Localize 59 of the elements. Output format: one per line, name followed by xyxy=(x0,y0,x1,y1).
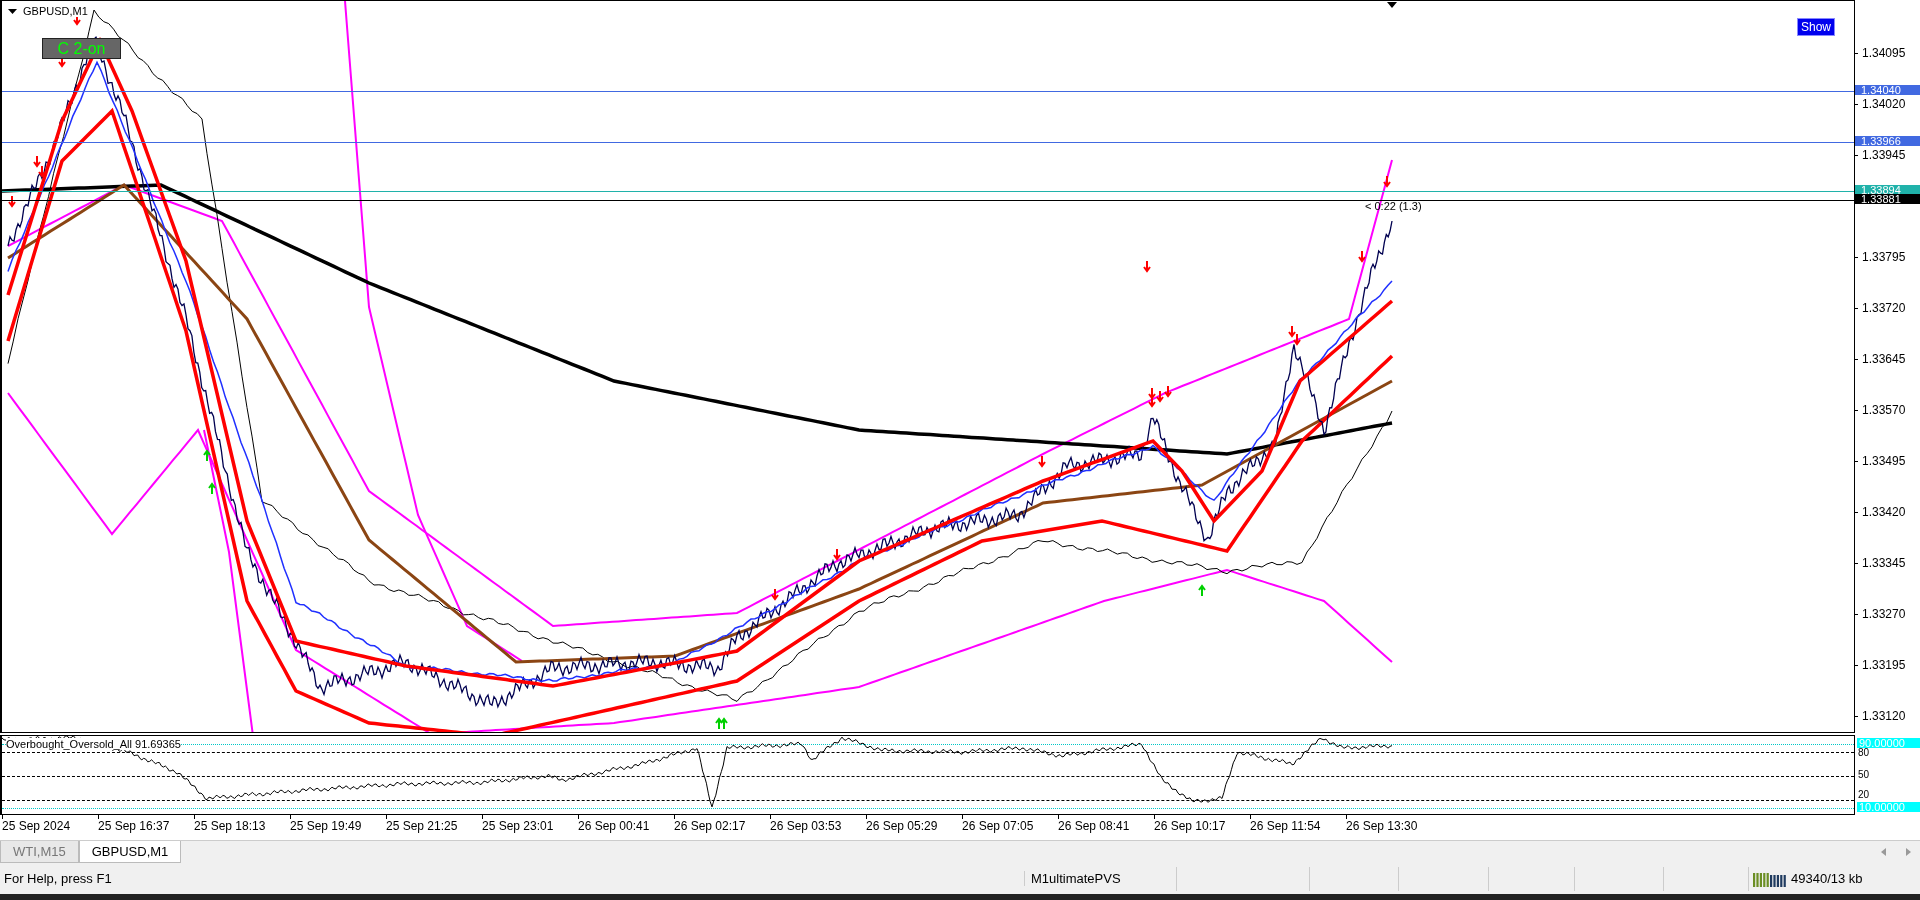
price-tag: 1.33881 xyxy=(1855,193,1920,204)
level-tag: 90.00000 xyxy=(1857,738,1920,748)
price-label: 1.33420 xyxy=(1862,505,1906,519)
up-arrow-icon xyxy=(1198,584,1206,597)
price-label: 1.33195 xyxy=(1862,658,1906,672)
time-label: 25 Sep 21:25 xyxy=(386,819,459,833)
level-label: 50 xyxy=(1858,770,1870,780)
price-label: 1.34095 xyxy=(1862,46,1906,60)
price-tag: 1.33966 xyxy=(1855,135,1920,146)
price-label: 1.33795 xyxy=(1862,250,1906,264)
down-arrow-icon xyxy=(771,588,779,601)
level-label: 20 xyxy=(1858,790,1870,800)
time-label: 25 Sep 19:49 xyxy=(290,819,363,833)
price-label: 1.33345 xyxy=(1862,556,1906,570)
down-arrow-icon xyxy=(1358,250,1366,263)
time-label: 26 Sep 02:17 xyxy=(674,819,747,833)
chart-shift-icon[interactable] xyxy=(1387,2,1397,8)
price-label: 1.33570 xyxy=(1862,403,1906,417)
show-button[interactable]: Show xyxy=(1797,18,1836,36)
help-text: For Help, press F1 xyxy=(3,871,113,886)
time-label: 26 Sep 10:17 xyxy=(1154,819,1227,833)
profile-name: M1ultimatePVS xyxy=(1024,871,1176,886)
down-arrow-icon xyxy=(1038,455,1046,468)
indicator-title: Overbought_Oversold_All 91.69365 xyxy=(6,738,181,750)
down-arrow-icon xyxy=(1143,260,1151,273)
chart-tab[interactable]: WTI,M15 xyxy=(0,841,79,863)
price-label: 1.33645 xyxy=(1862,352,1906,366)
chart-title: GBPUSD,M1 xyxy=(23,5,88,17)
dropdown-icon[interactable] xyxy=(8,8,17,14)
connection-bars-icon xyxy=(1753,870,1787,887)
up-arrow-icon xyxy=(203,449,211,462)
time-label: 25 Sep 23:01 xyxy=(482,819,555,833)
price-label: 1.33270 xyxy=(1862,607,1906,621)
down-arrow-icon xyxy=(1383,175,1391,188)
price-label: 1.33720 xyxy=(1862,301,1906,315)
time-label: 25 Sep 2024 xyxy=(2,819,72,833)
price-label: 1.33495 xyxy=(1862,454,1906,468)
time-label: 26 Sep 03:53 xyxy=(770,819,843,833)
price-tag: 1.34040 xyxy=(1855,85,1920,96)
price-label: 1.33120 xyxy=(1862,709,1906,723)
time-label: 26 Sep 00:41 xyxy=(578,819,651,833)
price-tag: 1.33894 xyxy=(1855,184,1920,195)
traffic-text: 49340/13 kb xyxy=(1791,871,1863,886)
up-arrow-icon xyxy=(208,482,216,495)
level-tag: 10.00000 xyxy=(1857,802,1920,812)
level-label: 80 xyxy=(1858,748,1870,758)
price-label: 1.34020 xyxy=(1862,97,1906,111)
time-label: 25 Sep 16:37 xyxy=(98,819,171,833)
toggle-button[interactable]: C 2-on xyxy=(42,38,121,59)
time-label: 26 Sep 07:05 xyxy=(962,819,1035,833)
time-label: 25 Sep 18:13 xyxy=(194,819,267,833)
time-label: 26 Sep 08:41 xyxy=(1058,819,1131,833)
down-arrow-icon xyxy=(833,548,841,561)
time-label: 26 Sep 13:30 xyxy=(1346,819,1419,833)
time-label: 26 Sep 11:54 xyxy=(1250,819,1322,833)
price-label: 1.33945 xyxy=(1862,148,1906,162)
time-label: 26 Sep 05:29 xyxy=(866,819,939,833)
chart-tab[interactable]: GBPUSD,M1 xyxy=(78,841,182,863)
down-arrow-icon xyxy=(8,195,16,208)
